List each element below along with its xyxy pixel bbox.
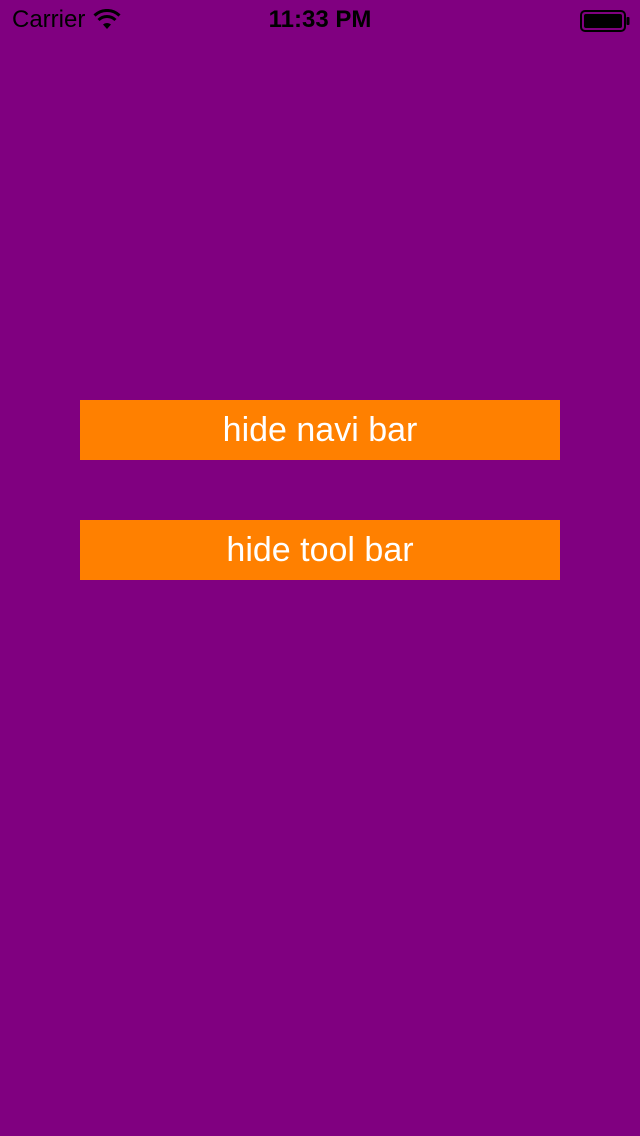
hide-tool-bar-button[interactable]: hide tool bar bbox=[80, 520, 560, 580]
battery-icon bbox=[580, 10, 630, 32]
hide-navi-bar-button[interactable]: hide navi bar bbox=[80, 400, 560, 460]
status-time: 11:33 PM bbox=[268, 6, 372, 33]
status-bar: Carrier 11:33 PM bbox=[0, 0, 640, 40]
app-screen: Carrier 11:33 PM hide navi bar hide tool… bbox=[0, 0, 640, 1136]
